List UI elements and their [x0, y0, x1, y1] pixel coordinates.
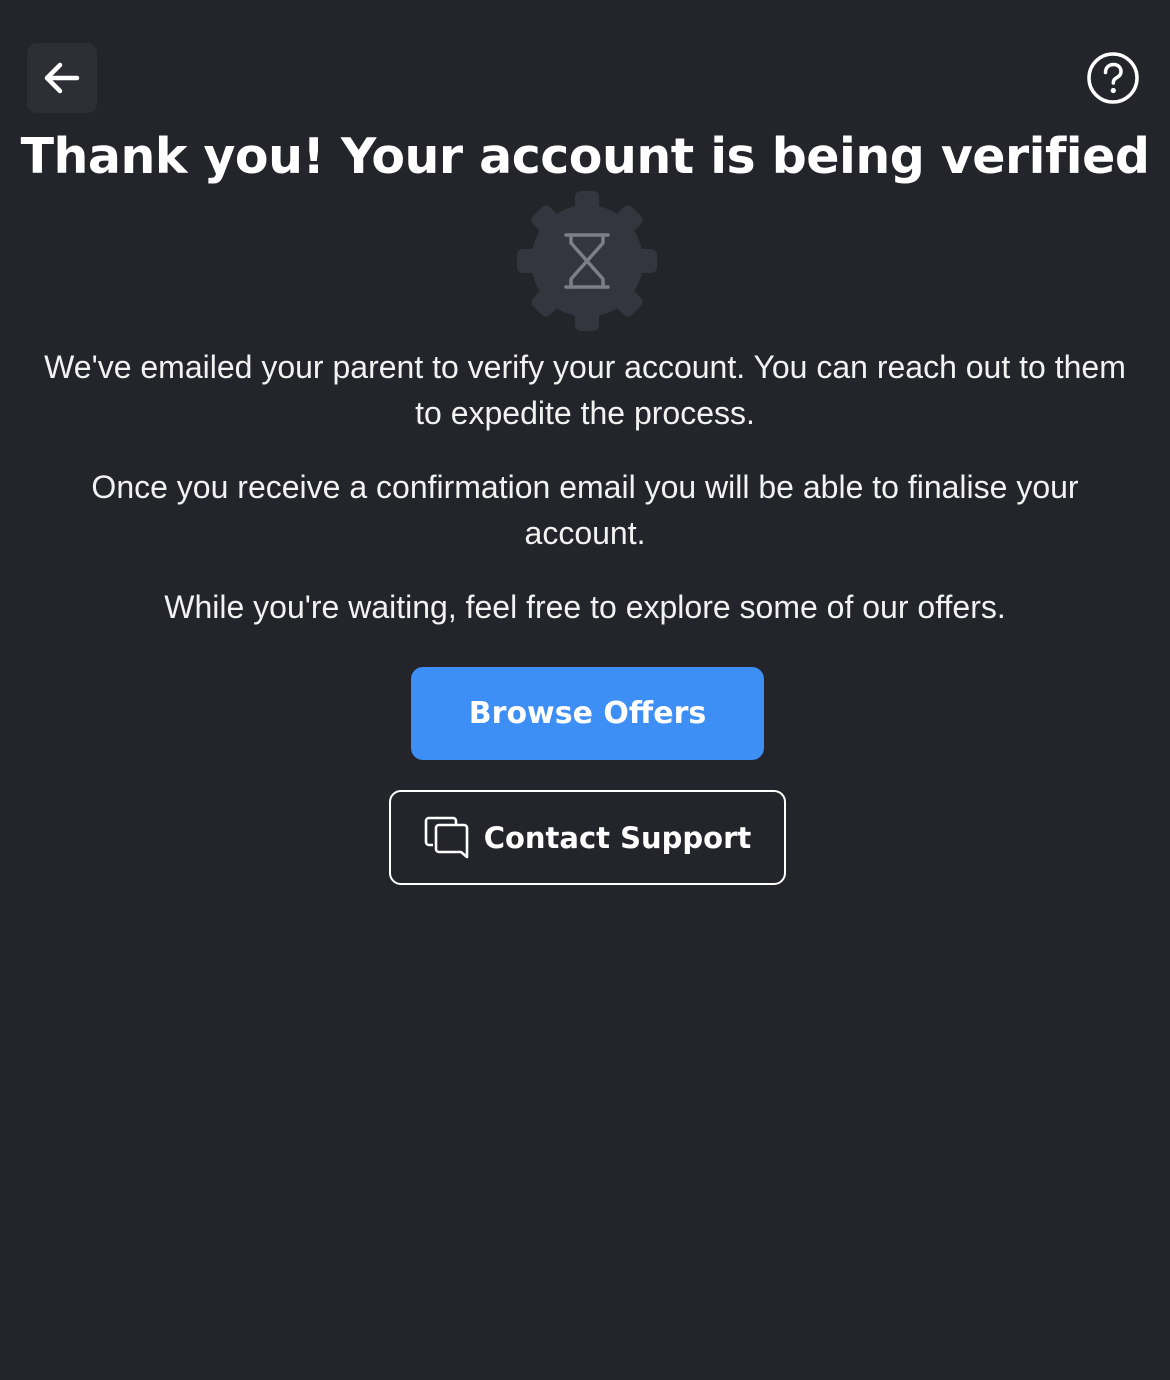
hourglass-gear-icon	[517, 191, 657, 331]
arrow-left-icon	[43, 61, 81, 95]
offers-message: While you're waiting, feel free to explo…	[164, 589, 1006, 625]
back-button[interactable]	[27, 43, 97, 113]
chat-bubbles-icon	[424, 815, 470, 861]
browse-offers-button[interactable]: Browse Offers	[411, 667, 764, 760]
verification-message: We've emailed your parent to verify your…	[44, 349, 1126, 431]
contact-support-label: Contact Support	[483, 820, 752, 855]
page-title: Thank you! Your account is being verifie…	[20, 128, 1150, 185]
confirmation-message: Once you receive a confirmation email yo…	[91, 469, 1079, 551]
verification-page: Thank you! Your account is being verifie…	[0, 0, 1170, 1380]
contact-support-button[interactable]: Contact Support	[389, 790, 786, 885]
help-button[interactable]	[1086, 51, 1140, 105]
question-circle-icon	[1086, 51, 1140, 105]
browse-offers-label: Browse Offers	[468, 696, 707, 731]
